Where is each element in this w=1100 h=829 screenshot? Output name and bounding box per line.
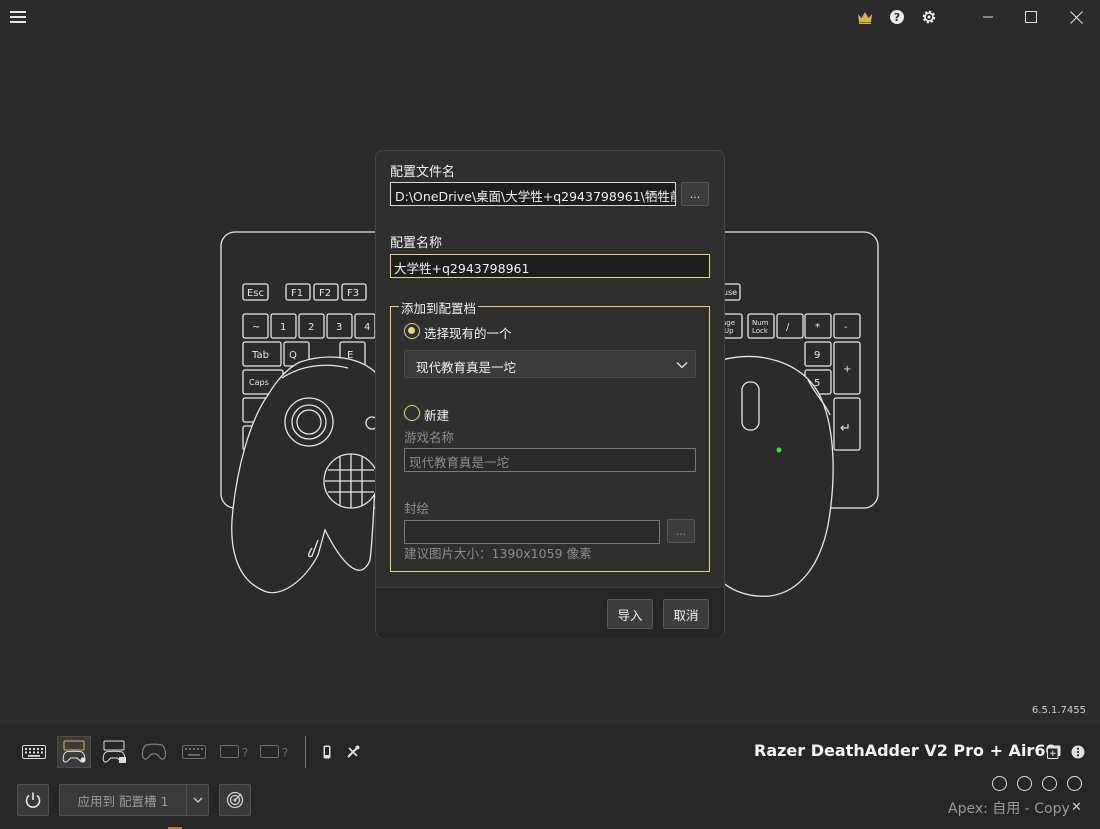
game-name-input[interactable]: 现代教育真是一坨: [404, 448, 696, 472]
existing-profile-select[interactable]: 现代教育真是一坨: [404, 350, 696, 378]
key-esc: Esc: [247, 288, 264, 299]
add-device-icon[interactable]: [1045, 736, 1063, 768]
key-q: Q: [289, 350, 297, 361]
help-icon[interactable]: ?: [886, 6, 908, 28]
svg-text:?: ?: [242, 746, 248, 760]
mouse-outline: [719, 355, 834, 597]
name-label: 配置名称: [390, 236, 443, 251]
key-enter: ↵: [840, 421, 851, 436]
keyboard-disabled-icon[interactable]: [177, 736, 211, 768]
close-icon[interactable]: [1065, 6, 1087, 28]
svg-text:?: ?: [282, 746, 288, 760]
key-4: 4: [364, 322, 370, 333]
game-name-label: 游戏名称: [404, 430, 455, 445]
more-options-icon[interactable]: [1069, 736, 1087, 768]
cover-input[interactable]: [404, 520, 660, 544]
keyboard-help-icon[interactable]: ?: [217, 736, 251, 768]
key-minus: -: [844, 322, 848, 333]
mouse-led: [776, 447, 782, 453]
dialog-footer: 导入 取消: [376, 587, 724, 638]
power-button[interactable]: [17, 784, 49, 816]
device-name: Razer DeathAdder V2 Pro + Air60: [754, 741, 1057, 760]
power-icon: [25, 792, 41, 808]
key-up: Up: [724, 327, 734, 335]
keyboard-help-icon[interactable]: ?: [257, 736, 291, 768]
divider: [305, 736, 306, 768]
chevron-down-icon: [676, 362, 688, 369]
chevron-down-icon: [193, 797, 202, 803]
key-f1: F1: [291, 288, 303, 299]
browse-file-button[interactable]: ...: [681, 182, 709, 206]
minimize-icon[interactable]: [977, 6, 999, 28]
key-plus: +: [843, 364, 851, 375]
apply-slot-dropdown[interactable]: [186, 784, 209, 816]
key-lock: Lock: [752, 327, 769, 335]
existing-radio[interactable]: [404, 323, 420, 339]
new-radio-label[interactable]: 新建: [424, 405, 449, 424]
profile-slot-2[interactable]: [1017, 776, 1032, 791]
file-path-input[interactable]: D:\OneDrive\桌面\大学牲+q2943798961\牺牲前倒: [390, 182, 676, 206]
target-button[interactable]: [219, 784, 251, 816]
key-slash: /: [786, 322, 790, 333]
hamburger-icon[interactable]: [7, 6, 29, 28]
maximize-icon[interactable]: [1020, 6, 1042, 28]
version-label: 6.5.1.7455: [1031, 705, 1086, 716]
profile-name-input[interactable]: 大学牲+q2943798961: [390, 254, 710, 278]
existing-profile-value: 现代教育真是一坨: [416, 360, 517, 375]
key-star: *: [815, 322, 820, 333]
key-2: 2: [308, 322, 314, 333]
key-tilde: ~: [252, 322, 260, 333]
crown-icon[interactable]: [854, 6, 876, 28]
svg-text:?: ?: [894, 11, 900, 24]
import-button[interactable]: 导入: [607, 599, 653, 629]
add-to-profile-group: 添加到配置档 选择现有的一个 现代教育真是一坨 新建 游戏名称 现代教育真是一坨…: [390, 298, 710, 572]
import-profile-dialog: 配置文件名 D:\OneDrive\桌面\大学牲+q2943798961\牺牲前…: [375, 150, 725, 638]
key-tab: Tab: [251, 350, 269, 361]
profile-slot-3[interactable]: [1042, 776, 1057, 791]
file-label: 配置文件名: [390, 165, 456, 180]
profile-slot-1[interactable]: [992, 776, 1007, 791]
active-profile-name: Apex: 自用 - Copy: [948, 801, 1070, 817]
keyboard-icon[interactable]: [17, 736, 51, 768]
tools-icon[interactable]: [337, 736, 369, 768]
new-radio[interactable]: [404, 405, 420, 421]
gear-icon[interactable]: [918, 6, 940, 28]
key-3: 3: [336, 322, 342, 333]
key-num: Num: [752, 319, 769, 327]
browse-cover-button[interactable]: ...: [667, 519, 695, 543]
gamepad-icon[interactable]: [137, 736, 171, 768]
apply-to-slot-button[interactable]: 应用到 配置槽 1: [59, 784, 187, 816]
title-bar: ?: [0, 0, 1100, 34]
key-1: 1: [280, 322, 286, 333]
target-icon: [226, 791, 244, 809]
profile-slot-4[interactable]: [1067, 776, 1082, 791]
controller-outline: [231, 356, 379, 594]
cover-label: 封绘: [404, 501, 430, 516]
bottom-bar: ? ? Razer DeathAdder V2 Pro + Air60 应用到 …: [0, 724, 1100, 829]
group-legend: 添加到配置档: [399, 298, 479, 317]
key-caps: Caps: [249, 378, 269, 387]
close-profile-icon[interactable]: ✕: [1071, 800, 1082, 815]
cover-size-hint: 建议图片大小：1390x1059 像素: [404, 546, 592, 561]
key-9: 9: [814, 350, 820, 361]
keyboard-gamepad-lock-icon[interactable]: [97, 736, 131, 768]
key-f2: F2: [319, 288, 331, 299]
cancel-button[interactable]: 取消: [663, 599, 709, 629]
existing-radio-label[interactable]: 选择现有的一个: [424, 323, 512, 342]
keyboard-gamepad-icon[interactable]: [57, 736, 91, 768]
key-f3: F3: [347, 288, 359, 299]
